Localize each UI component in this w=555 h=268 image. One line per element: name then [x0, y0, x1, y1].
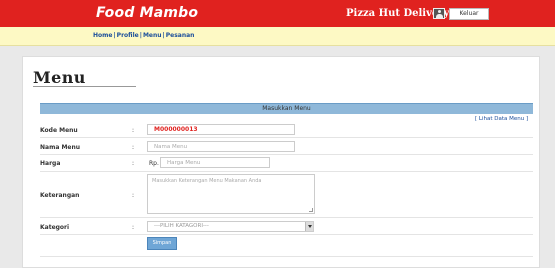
kategori-select[interactable]: ---PILIH KATAGORI--- — [147, 221, 314, 232]
content-panel: Menu Masukkan Menu [ Lihat Data Menu ] K… — [22, 56, 540, 268]
colon: : — [132, 192, 135, 199]
nama-menu-label: Nama Menu — [40, 144, 81, 151]
nav-profile-link[interactable]: Profile — [117, 32, 139, 39]
row-divider — [40, 234, 533, 235]
harga-input[interactable]: Harga Menu — [160, 157, 270, 168]
keterangan-placeholder: Masukkan Keterangan Menu Makanan Anda — [152, 178, 262, 184]
keterangan-label: Keterangan — [40, 192, 80, 199]
nav-home-link[interactable]: Home — [93, 32, 112, 39]
logout-button[interactable]: Keluar — [449, 8, 489, 20]
top-bar: Food Mambo Pizza Hut Delivery Keluar — [0, 0, 555, 27]
nav-bar: Home|Profile|Menu|Pesanan — [0, 27, 555, 46]
chevron-down-icon[interactable] — [305, 222, 313, 231]
colon: : — [132, 224, 135, 231]
row-divider — [40, 154, 533, 155]
nav-links: Home|Profile|Menu|Pesanan — [93, 32, 194, 39]
colon: : — [132, 127, 135, 134]
harga-label: Harga — [40, 160, 61, 167]
row-divider — [40, 137, 533, 138]
form-header: Masukkan Menu — [40, 103, 533, 114]
row-divider — [40, 217, 533, 218]
kategori-label: Kategori — [40, 224, 70, 231]
brand-logo: Food Mambo — [96, 5, 199, 21]
nav-menu-link[interactable]: Menu — [143, 32, 162, 39]
row-divider — [40, 171, 533, 172]
nav-pesanan-link[interactable]: Pesanan — [166, 32, 195, 39]
nama-menu-input[interactable]: Nama Menu — [147, 141, 295, 152]
view-menu-list-link[interactable]: [ Lihat Data Menu ] — [475, 116, 528, 122]
kode-menu-label: Kode Menu — [40, 127, 78, 134]
colon: : — [132, 144, 135, 151]
colon: : — [132, 160, 135, 167]
user-icon — [433, 8, 445, 19]
keterangan-textarea[interactable]: Masukkan Keterangan Menu Makanan Anda — [147, 174, 315, 214]
kode-menu-field[interactable]: M000000013 — [147, 124, 295, 135]
save-button[interactable]: Simpan — [147, 237, 177, 250]
resize-handle-icon[interactable] — [309, 208, 313, 212]
form-bottom-divider — [40, 256, 533, 257]
currency-label: Rp. — [149, 160, 159, 167]
title-divider — [33, 86, 136, 87]
page-title: Menu — [33, 68, 86, 87]
kategori-selected: ---PILIH KATAGORI--- — [154, 223, 209, 229]
